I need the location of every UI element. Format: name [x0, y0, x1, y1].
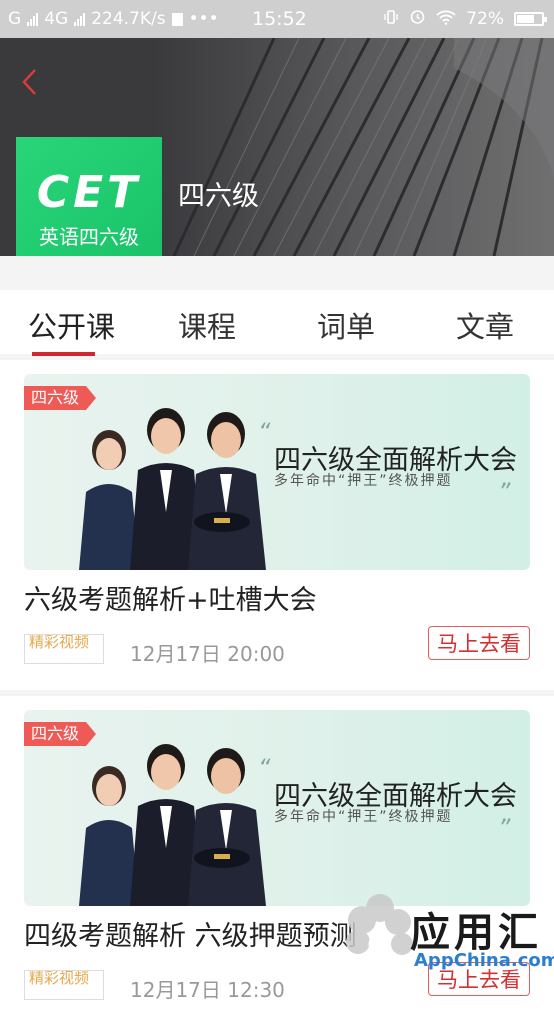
tab-word-lists[interactable]: 词单: [317, 304, 375, 346]
content-label: 精彩视频: [24, 970, 104, 1000]
tab-bar: 公开课 课程 词单 文章: [0, 290, 554, 354]
tab-public-class[interactable]: 公开课: [28, 304, 115, 346]
course-logo: CET 英语四六级: [16, 137, 162, 256]
status-bar: G 4G 224.7K/s ••• 15:52 72%: [0, 0, 554, 38]
course-title[interactable]: 四级考题解析 六级押题预测: [24, 914, 357, 953]
network-speed: 224.7K/s: [91, 9, 166, 29]
wifi-icon: [436, 9, 456, 30]
course-time: 12月17日 20:00: [130, 642, 285, 666]
content-label: 精彩视频: [24, 634, 104, 664]
banner-subtitle: 多年命中“押王”终极押题: [274, 473, 453, 489]
instructors-image: [79, 408, 266, 570]
page-title: 四六级: [178, 181, 259, 212]
network-4g: 4G: [44, 9, 69, 29]
status-right: 72%: [383, 8, 547, 30]
battery-percent: 72%: [466, 9, 504, 29]
back-button[interactable]: [20, 68, 42, 95]
quote-close: ”: [498, 478, 511, 506]
quote-open: “: [258, 418, 271, 446]
clock: 15:52: [252, 8, 307, 30]
quote-close: ”: [498, 814, 511, 842]
sim-icon: [171, 12, 183, 26]
library-background: [154, 38, 554, 256]
watermark-url: AppChina.com: [414, 950, 554, 971]
tab-articles[interactable]: 文章: [456, 304, 514, 346]
course-banner[interactable]: 四六级 “ 四六级全面解析大会 多年命中“押王”终极押题 ”: [24, 374, 530, 570]
status-left: G 4G 224.7K/s •••: [8, 9, 219, 29]
chevron-left-icon: [22, 69, 36, 95]
list-item[interactable]: 四六级 “ 四六级全面解析大会 多年命中“押王”终极押题 ” 六级考题解析+吐槽…: [0, 360, 554, 690]
quote-open: “: [258, 754, 271, 782]
alarm-icon: [409, 8, 426, 30]
logo-cet-text: CET: [36, 167, 142, 218]
network-type: G: [8, 9, 22, 29]
tab-courses[interactable]: 课程: [178, 304, 236, 346]
course-title[interactable]: 六级考题解析+吐槽大会: [24, 578, 317, 617]
instructors-image: [79, 744, 266, 906]
banner-subtitle: 多年命中“押王”终极押题: [274, 809, 453, 825]
battery-icon: [514, 12, 547, 26]
more-dots: •••: [188, 9, 219, 29]
course-banner[interactable]: 四六级 “ 四六级全面解析大会 多年命中“押王”终极押题 ”: [24, 710, 530, 906]
signal-icon: [27, 12, 39, 26]
signal-4g-icon: [74, 12, 86, 26]
watch-now-button[interactable]: 马上去看: [428, 626, 530, 660]
vibrate-icon: [383, 9, 399, 30]
logo-subtitle: 英语四六级: [39, 225, 139, 249]
course-header: CET 英语四六级 四六级: [0, 38, 554, 256]
course-time: 12月17日 12:30: [130, 978, 285, 1002]
active-tab-indicator: [32, 352, 95, 356]
